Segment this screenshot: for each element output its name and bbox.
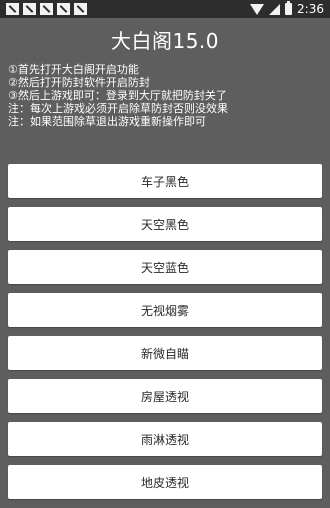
sky-blue-button[interactable]: 天空蓝色 xyxy=(8,250,322,284)
instruction-line: ③然后上游戏即可：登录到大厅就把防封关了 xyxy=(8,89,227,102)
notification-icon xyxy=(23,3,36,15)
feature-button-list: 车子黑色 天空黑色 天空蓝色 无视烟雾 新微自瞄 房屋透视 雨淋透视 地皮透视 xyxy=(8,164,322,508)
notification-icons xyxy=(6,3,250,15)
instruction-line: 注：如果范围除草退出游戏重新操作即可 xyxy=(8,115,206,128)
sky-black-button[interactable]: 天空黑色 xyxy=(8,207,322,241)
instruction-line: 注：每次上游戏必须开启除草防封否则没效果 xyxy=(8,102,228,115)
house-see-through-button[interactable]: 房屋透视 xyxy=(8,379,322,413)
instruction-line: ①首先打开大白阁开启功能 xyxy=(8,63,139,76)
notification-icon xyxy=(57,3,70,15)
status-bar: 2:36 xyxy=(0,0,330,18)
notification-icon xyxy=(40,3,53,15)
notification-icon xyxy=(74,3,87,15)
ground-see-through-button[interactable]: 地皮透视 xyxy=(8,465,322,499)
system-indicators: 2:36 xyxy=(250,1,324,16)
car-black-button[interactable]: 车子黑色 xyxy=(8,164,322,198)
status-time: 2:36 xyxy=(297,2,324,16)
instructions: ①首先打开大白阁开启功能 ②然后打开防封软件开启防封 ③然后上游戏即可：登录到大… xyxy=(0,63,330,128)
rain-see-through-button[interactable]: 雨淋透视 xyxy=(8,422,322,456)
battery-icon xyxy=(285,1,293,15)
signal-icon xyxy=(269,3,281,15)
notification-icon xyxy=(6,3,19,15)
app-title: 大白阁15.0 xyxy=(110,29,220,53)
no-smoke-button[interactable]: 无视烟雾 xyxy=(8,293,322,327)
wifi-icon xyxy=(250,3,265,15)
aim-assist-button[interactable]: 新微自瞄 xyxy=(8,336,322,370)
instruction-line: ②然后打开防封软件开启防封 xyxy=(8,76,150,89)
